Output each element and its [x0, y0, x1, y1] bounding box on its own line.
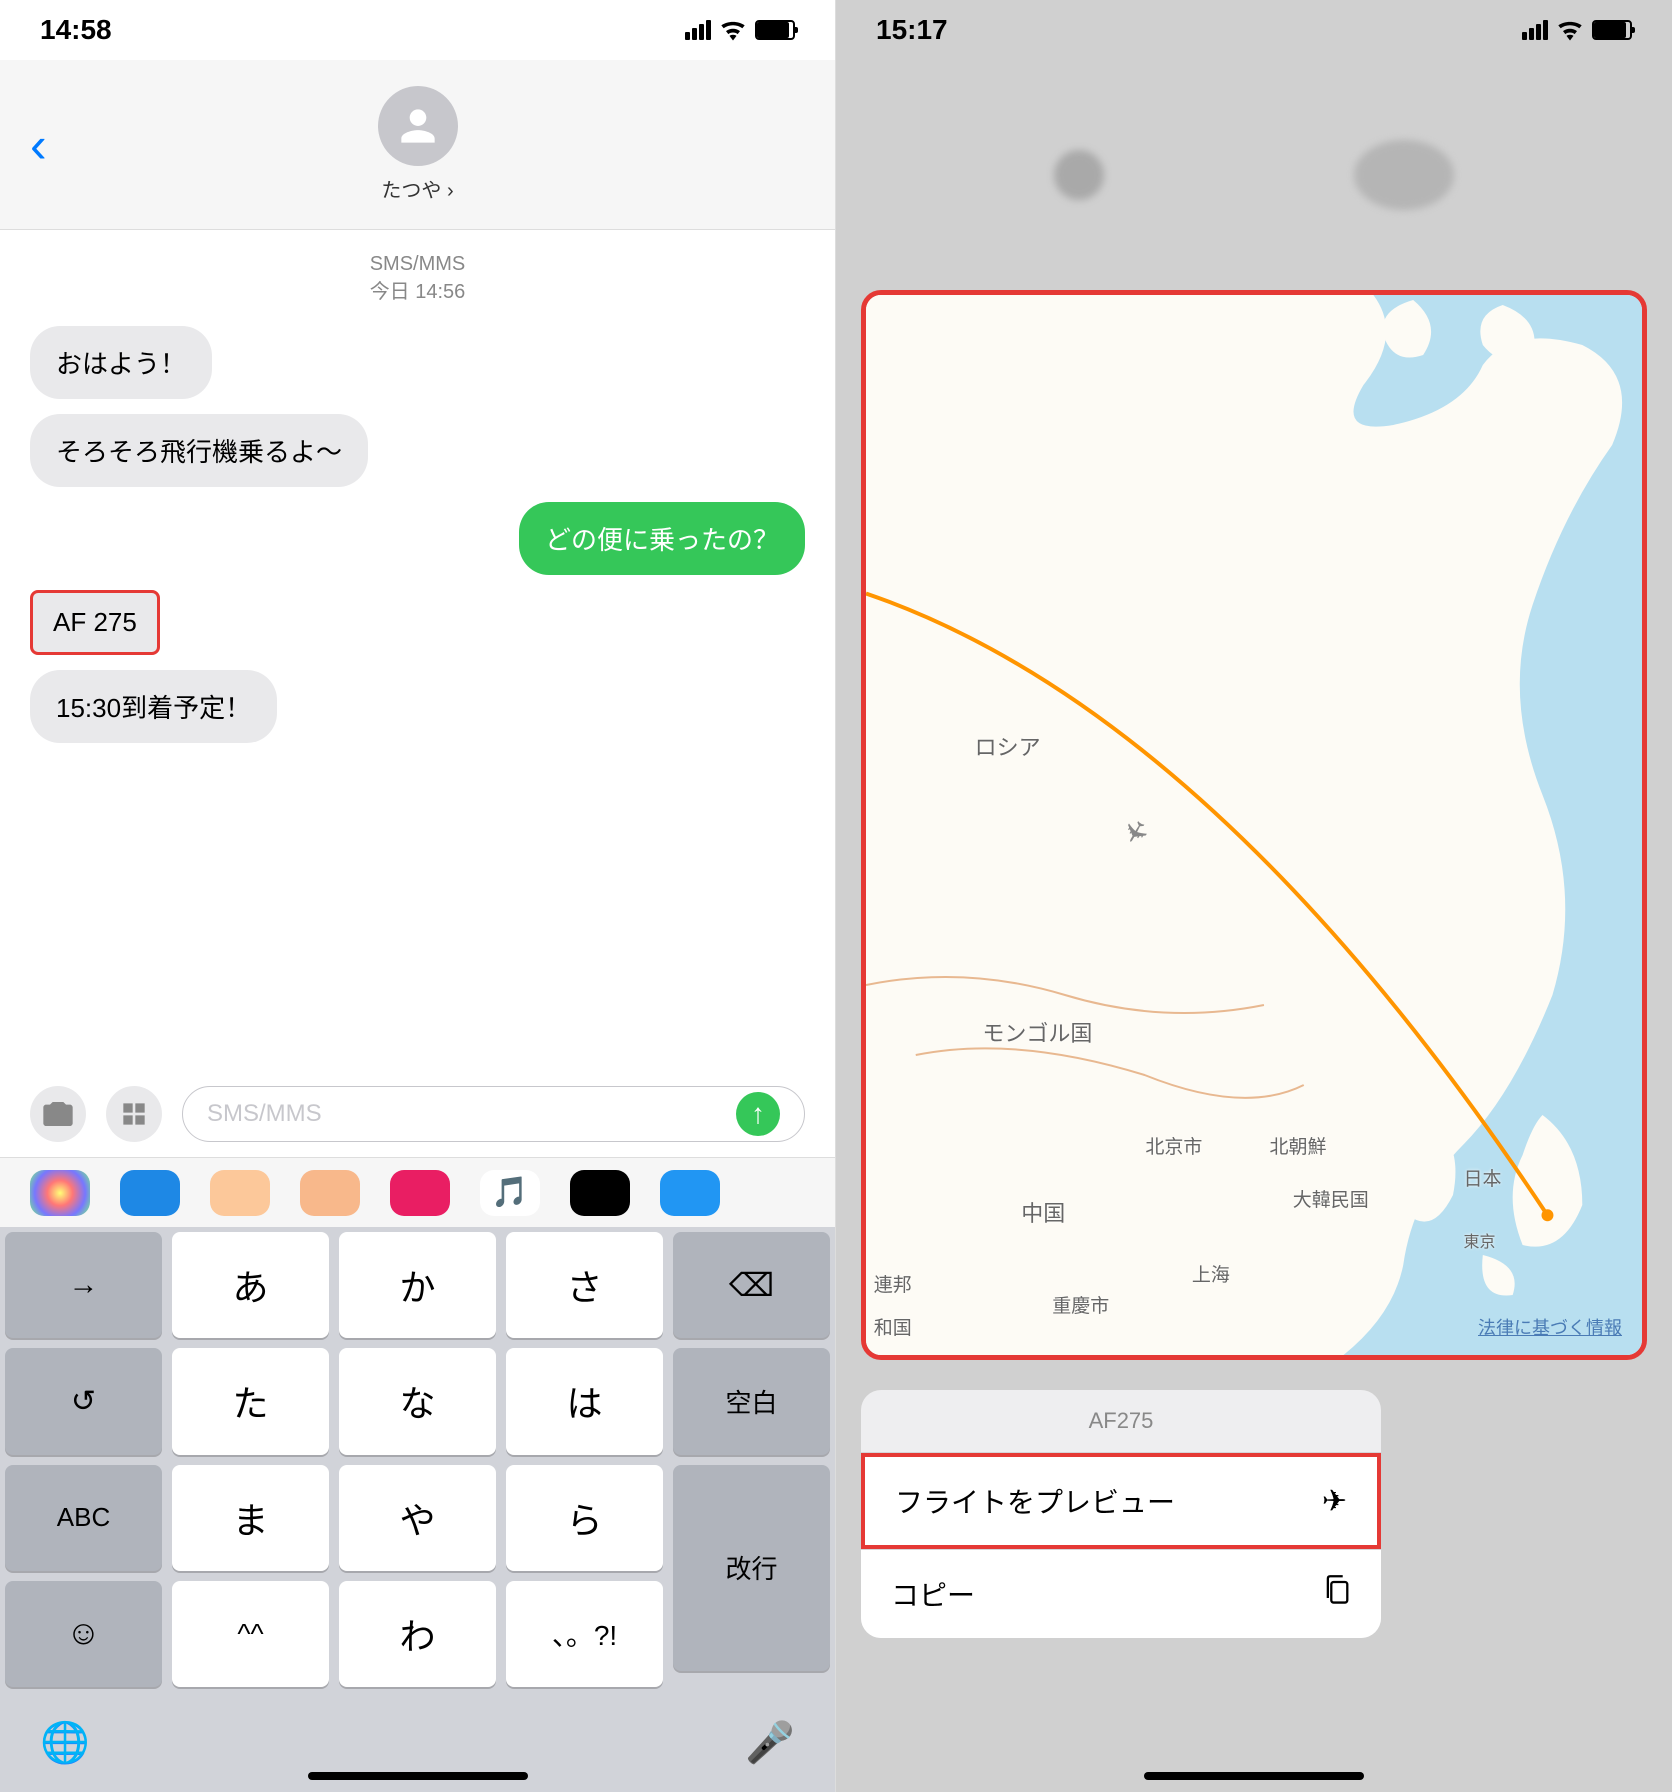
map-label-russia: ロシア: [975, 730, 1041, 762]
fitness-app-icon[interactable]: [570, 1170, 630, 1216]
send-button[interactable]: ↑: [736, 1092, 780, 1136]
signal-icon: [685, 20, 711, 40]
compose-input[interactable]: SMS/MMS ↑: [182, 1086, 805, 1142]
dictation-button[interactable]: 🎤: [745, 1719, 795, 1766]
message-bubble-flight[interactable]: AF 275: [30, 590, 805, 655]
map-label-shanghai: 上海: [1192, 1260, 1230, 1287]
key-backspace[interactable]: ⌫: [673, 1232, 830, 1338]
key-ma[interactable]: ま: [172, 1465, 329, 1571]
map-label-federation: 連邦: [874, 1270, 912, 1297]
home-indicator[interactable]: [308, 1772, 528, 1780]
compose-placeholder: SMS/MMS: [207, 1100, 322, 1128]
status-icons: [685, 19, 795, 41]
key-ha[interactable]: は: [506, 1348, 663, 1454]
message-bubble[interactable]: おはよう！: [30, 326, 805, 399]
key-a[interactable]: あ: [172, 1232, 329, 1338]
status-bar: 15:17: [836, 0, 1672, 60]
airplane-icon: ✈: [1322, 1484, 1347, 1519]
key-wa[interactable]: わ: [339, 1581, 496, 1687]
context-menu-title: AF275: [861, 1390, 1381, 1453]
globe-button[interactable]: 🌐: [40, 1719, 90, 1766]
message-bubble[interactable]: どの便に乗ったの？: [30, 502, 805, 575]
map-label-koku: 和国: [874, 1313, 912, 1340]
search-app-icon[interactable]: [390, 1170, 450, 1216]
music-app-icon[interactable]: 🎵: [480, 1170, 540, 1216]
key-ta[interactable]: た: [172, 1348, 329, 1454]
key-kaomoji[interactable]: ^^: [172, 1581, 329, 1687]
contact-name: たつや ›: [381, 174, 453, 203]
blurred-background: [836, 60, 1672, 290]
flight-preview-screen: 15:17: [836, 0, 1672, 1792]
key-undo[interactable]: ↺: [5, 1348, 162, 1454]
message-bubble[interactable]: そろそろ飛行機乗るよ〜: [30, 414, 805, 487]
app-strip[interactable]: 🎵: [0, 1157, 835, 1227]
signal-icon: [1522, 20, 1548, 40]
map-label-japan: 日本: [1464, 1164, 1502, 1191]
key-sa[interactable]: さ: [506, 1232, 663, 1338]
map-label-skorea: 大韓民国: [1293, 1185, 1369, 1212]
status-bar: 14:58: [0, 0, 835, 60]
battery-icon: [755, 20, 795, 40]
back-button[interactable]: ‹: [30, 116, 47, 174]
key-ra[interactable]: ら: [506, 1465, 663, 1571]
more-app-icon[interactable]: [660, 1170, 720, 1216]
wifi-icon: [719, 19, 747, 41]
legal-info-link[interactable]: 法律に基づく情報: [1478, 1314, 1622, 1340]
copy-button[interactable]: コピー: [861, 1549, 1381, 1638]
memoji-app-icon[interactable]: [210, 1170, 270, 1216]
keyboard[interactable]: → あ か さ ⌫ ↺ た な は 空白 ABC ま や ら 改行 ☺: [0, 1227, 835, 1792]
key-space[interactable]: 空白: [673, 1348, 830, 1454]
flight-map[interactable]: ✈ ロシア モンゴル国 中国 北京市 北朝鮮 大韓民国 日本 東京 上海 重慶市…: [861, 290, 1647, 1360]
key-ya[interactable]: や: [339, 1465, 496, 1571]
camera-button[interactable]: [30, 1086, 86, 1142]
map-label-mongolia: モンゴル国: [982, 1016, 1092, 1048]
memoji2-app-icon[interactable]: [300, 1170, 360, 1216]
key-na[interactable]: な: [339, 1348, 496, 1454]
avatar: [378, 86, 458, 166]
compose-bar: SMS/MMS ↑: [0, 1076, 835, 1152]
map-label-beijing: 北京市: [1145, 1132, 1202, 1159]
copy-label: コピー: [891, 1574, 975, 1614]
status-time: 14:58: [40, 14, 112, 46]
thread-meta: SMS/MMS 今日 14:56: [30, 250, 805, 306]
copy-icon: [1323, 1574, 1351, 1614]
map-label-china: 中国: [1021, 1196, 1065, 1228]
message-thread[interactable]: SMS/MMS 今日 14:56 おはよう！ そろそろ飛行機乗るよ〜 どの便に乗…: [0, 230, 835, 778]
key-punct[interactable]: 、。?!: [506, 1581, 663, 1687]
preview-flight-label: フライトをプレビュー: [895, 1481, 1175, 1521]
apps-button[interactable]: [106, 1086, 162, 1142]
map-label-chongqing: 重慶市: [1052, 1291, 1109, 1318]
map-label-nkorea: 北朝鮮: [1270, 1132, 1327, 1159]
map-label-tokyo: 東京: [1464, 1228, 1496, 1252]
preview-flight-button[interactable]: フライトをプレビュー ✈: [861, 1453, 1381, 1549]
contact-info[interactable]: たつや ›: [378, 86, 458, 203]
key-abc[interactable]: ABC: [5, 1465, 162, 1571]
appstore-app-icon[interactable]: [120, 1170, 180, 1216]
status-time: 15:17: [876, 14, 948, 46]
messages-screen: 14:58 ‹ たつや › SMS/MMS 今日 14:56 おはよう！ そろそ…: [0, 0, 836, 1792]
context-menu: AF275 フライトをプレビュー ✈ コピー: [861, 1390, 1381, 1638]
messages-header: ‹ たつや ›: [0, 60, 835, 230]
key-return[interactable]: 改行: [673, 1465, 830, 1671]
wifi-icon: [1556, 19, 1584, 41]
photos-app-icon[interactable]: [30, 1170, 90, 1216]
key-ka[interactable]: か: [339, 1232, 496, 1338]
home-indicator[interactable]: [1144, 1772, 1364, 1780]
key-emoji[interactable]: ☺: [5, 1581, 162, 1687]
message-bubble[interactable]: 15:30到着予定！: [30, 670, 805, 743]
status-icons: [1522, 19, 1632, 41]
key-arrow[interactable]: →: [5, 1232, 162, 1338]
battery-icon: [1592, 20, 1632, 40]
